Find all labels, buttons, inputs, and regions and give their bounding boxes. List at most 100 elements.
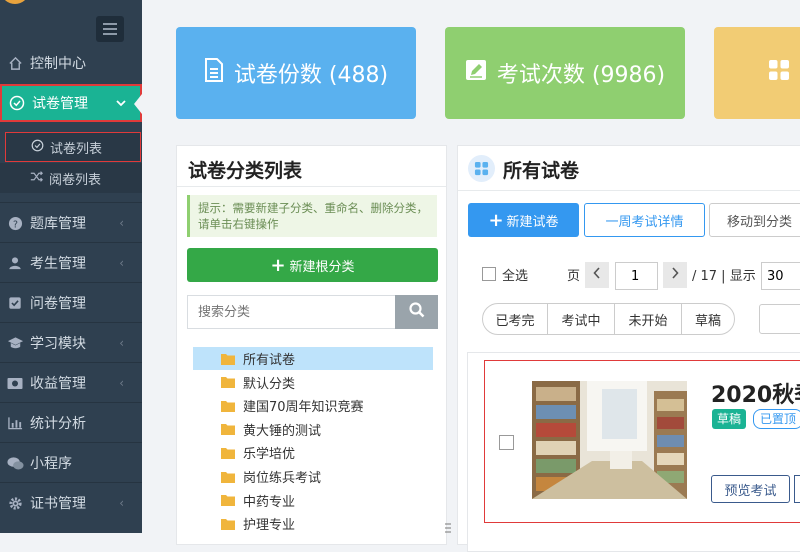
- sidebar-subitem-paper-list[interactable]: 试卷列表: [5, 132, 141, 162]
- new-root-category-label: 新建根分类: [289, 259, 355, 275]
- resize-handle[interactable]: [445, 522, 451, 536]
- sidebar: 控制中心 试卷管理 试卷列表 阅卷列表 ? 题库管理 ‹ 考生管理 ‹ 问卷管理…: [0, 0, 142, 533]
- category-tree-item[interactable]: 黄大锤的测试: [193, 418, 433, 441]
- sidebar-item-survey[interactable]: 问卷管理: [0, 283, 142, 323]
- category-tree-item[interactable]: 护理专业: [193, 512, 433, 535]
- page-label: 页: [567, 269, 581, 284]
- next-page-button[interactable]: [663, 262, 687, 288]
- logo: [2, 0, 28, 4]
- chevron-down-icon: [116, 96, 126, 110]
- stat-exams-label: 考试次数 (9986): [496, 63, 666, 88]
- checkbox-icon: [6, 294, 24, 312]
- sidebar-item-dashboard[interactable]: 控制中心: [0, 43, 142, 83]
- new-root-category-button[interactable]: + 新建根分类: [187, 248, 438, 282]
- sidebar-item-label: 学习模块: [30, 336, 86, 352]
- page-size-input[interactable]: [761, 262, 800, 290]
- stat-card-exams[interactable]: 考试次数 (9986): [445, 27, 685, 119]
- shuffle-icon: [30, 170, 43, 186]
- menu-toggle-button[interactable]: [96, 16, 124, 42]
- plus-icon: +: [270, 254, 286, 276]
- category-tree-item[interactable]: 建国70周年知识竞赛: [193, 394, 433, 417]
- sidebar-subitem-marking-list[interactable]: 阅卷列表: [0, 163, 142, 193]
- sidebar-item-paper-management[interactable]: 试卷管理: [0, 84, 142, 122]
- tab-draft[interactable]: 草稿: [681, 303, 735, 335]
- sidebar-item-label: 问卷管理: [30, 296, 86, 312]
- sidebar-item-candidates[interactable]: 考生管理 ‹: [0, 243, 142, 283]
- week-exam-detail-button[interactable]: 一周考试详情: [584, 203, 705, 237]
- sidebar-item-label: 试卷管理: [32, 96, 88, 112]
- category-hint: 提示：需要新建子分类、重命名、删除分类，请单击右键操作: [187, 195, 437, 237]
- chevron-left-icon: ‹: [119, 216, 124, 230]
- sidebar-item-statistics[interactable]: 统计分析: [0, 403, 142, 443]
- sidebar-item-learning[interactable]: 学习模块 ‹: [0, 323, 142, 363]
- file-text-icon: [204, 58, 224, 88]
- question-circle-icon: ?: [6, 214, 24, 232]
- tab-finished[interactable]: 已考完: [482, 303, 548, 335]
- category-tree-item[interactable]: 岗位练兵考试: [193, 465, 433, 488]
- prev-page-button[interactable]: [585, 262, 609, 288]
- page-number-input[interactable]: [615, 262, 658, 290]
- folder-icon: [221, 423, 235, 436]
- check-circle-icon: [31, 139, 44, 155]
- stat-papers-label: 试卷份数 (488): [233, 63, 389, 88]
- folder-icon: [221, 518, 235, 530]
- paper-card[interactable]: 2020秋季 草稿 已置顶 预览考试: [484, 360, 800, 523]
- category-tree-item[interactable]: 乐学培优: [193, 441, 433, 464]
- select-all-checkbox[interactable]: [482, 267, 496, 281]
- papers-panel-title: 所有试卷: [503, 160, 580, 182]
- category-tree-label: 黄大锤的测试: [243, 423, 322, 439]
- sidebar-item-revenue[interactable]: 收益管理 ‹: [0, 363, 142, 403]
- category-panel: 试卷分类列表 提示：需要新建子分类、重命名、删除分类，请单击右键操作 + 新建根…: [176, 145, 451, 545]
- tab-ongoing[interactable]: 考试中: [547, 303, 615, 335]
- wechat-icon: [6, 454, 24, 472]
- user-icon: [6, 254, 24, 272]
- money-icon: [6, 374, 24, 392]
- grid-icon: [768, 59, 790, 87]
- category-tree-item[interactable]: 中药专业: [193, 489, 433, 512]
- draft-badge: 草稿: [712, 409, 747, 429]
- category-tree-item[interactable]: 默认分类: [193, 371, 433, 394]
- category-tree-label: 岗位练兵考试: [243, 471, 322, 486]
- apps-icon: [468, 155, 495, 182]
- chevron-left-icon: ‹: [119, 376, 124, 390]
- home-icon: [6, 54, 24, 72]
- gear-icon: [6, 494, 24, 512]
- paper-cover-image: [532, 381, 687, 499]
- folder-icon: [221, 353, 235, 365]
- category-search-button[interactable]: [395, 295, 438, 329]
- sidebar-subitem-label: 阅卷列表: [49, 172, 102, 188]
- stat-card-papers[interactable]: 试卷份数 (488): [176, 27, 416, 119]
- category-tree-label: 乐学培优: [243, 447, 296, 463]
- sidebar-item-label: 题库管理: [30, 216, 86, 232]
- sidebar-item-label: 考生管理: [30, 256, 86, 272]
- active-pointer: [134, 94, 142, 114]
- chevron-right-icon: [671, 267, 679, 283]
- folder-icon: [221, 471, 235, 483]
- pinned-badge: 已置顶: [753, 409, 800, 429]
- tab-not-started[interactable]: 未开始: [614, 303, 682, 335]
- sidebar-item-mini-program[interactable]: 小程序: [0, 443, 142, 483]
- chevron-left-icon: [593, 267, 601, 283]
- chevron-left-icon: ‹: [119, 496, 124, 510]
- more-filter-button[interactable]: [759, 304, 800, 334]
- more-action-button[interactable]: [794, 475, 800, 503]
- page-total-label: / 17 | 显示: [692, 269, 756, 284]
- category-tree-label: 所有试卷: [243, 353, 296, 368]
- category-tree-item[interactable]: 所有试卷: [193, 347, 433, 370]
- folder-icon: [221, 400, 235, 412]
- move-to-category-button[interactable]: 移动到分类: [709, 203, 800, 237]
- category-tree-label: 护理专业: [243, 518, 296, 534]
- new-paper-button[interactable]: + 新建试卷: [468, 203, 579, 237]
- preview-exam-button[interactable]: 预览考试: [711, 475, 790, 503]
- category-search-input[interactable]: [187, 295, 395, 329]
- sidebar-item-certificates[interactable]: 证书管理 ‹: [0, 483, 142, 523]
- paper-select-checkbox[interactable]: [499, 435, 514, 450]
- chevron-left-icon: ‹: [119, 256, 124, 270]
- sidebar-item-label: 小程序: [30, 456, 72, 472]
- sidebar-item-question-bank[interactable]: ? 题库管理 ‹: [0, 203, 142, 243]
- category-tree-label: 建国70周年知识竞赛: [243, 400, 364, 416]
- folder-icon: [221, 447, 235, 459]
- plus-icon: +: [488, 209, 504, 231]
- stat-card-third[interactable]: [714, 27, 800, 119]
- graduation-cap-icon: [6, 334, 24, 352]
